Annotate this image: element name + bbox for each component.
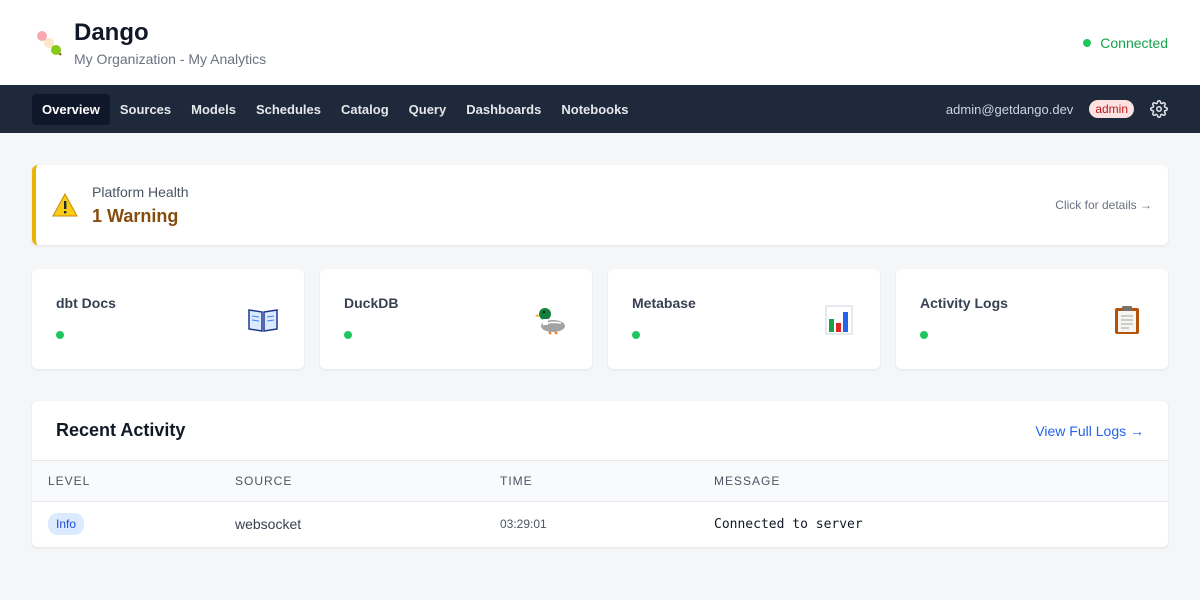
column-header-source: SOURCE (235, 473, 293, 488)
duck-icon (534, 303, 568, 337)
app-title: Dango (74, 18, 149, 46)
service-name: dbt Docs (56, 295, 116, 311)
bar-chart-icon (822, 303, 856, 337)
nav-user-area: admin@getdango.dev admin (946, 100, 1168, 118)
view-full-logs-link[interactable]: View Full Logs → (1035, 423, 1144, 439)
message-cell: Connected to server (714, 516, 863, 532)
health-details-link[interactable]: Click for details → (1055, 198, 1152, 212)
service-card-activity-logs[interactable]: Activity Logs (896, 269, 1168, 369)
table-row[interactable]: Info websocket 03:29:01 Connected to ser… (32, 501, 1168, 547)
platform-health-card[interactable]: Platform Health 1 Warning Click for deta… (32, 165, 1168, 245)
tab-sources[interactable]: Sources (110, 94, 181, 125)
service-status-dot (632, 331, 640, 339)
service-cards: dbt Docs DuckDB Metabase Activity Logs (32, 269, 1168, 369)
column-header-time: TIME (500, 473, 533, 488)
book-icon (246, 303, 280, 337)
tab-schedules[interactable]: Schedules (246, 94, 331, 125)
main-content: Platform Health 1 Warning Click for deta… (0, 133, 1200, 547)
tab-dashboards[interactable]: Dashboards (456, 94, 551, 125)
connection-status: Connected (1083, 35, 1168, 51)
main-nav: Overview Sources Models Schedules Catalo… (0, 85, 1200, 133)
role-badge: admin (1089, 100, 1134, 118)
app-header: Dango My Organization - My Analytics Con… (0, 0, 1200, 85)
service-card-metabase[interactable]: Metabase (608, 269, 880, 369)
nav-tabs: Overview Sources Models Schedules Catalo… (32, 93, 639, 125)
service-status-dot (344, 331, 352, 339)
level-badge: Info (48, 513, 85, 536)
service-name: DuckDB (344, 295, 399, 311)
connection-dot-icon (1083, 38, 1092, 47)
service-card-dbt-docs[interactable]: dbt Docs (32, 269, 304, 369)
column-header-message: MESSAGE (714, 473, 781, 488)
service-card-duckdb[interactable]: DuckDB (320, 269, 592, 369)
service-name: Activity Logs (920, 295, 1008, 311)
health-label: Platform Health (92, 183, 189, 200)
tab-query[interactable]: Query (399, 94, 457, 125)
tab-catalog[interactable]: Catalog (331, 94, 399, 125)
activity-title: Recent Activity (56, 420, 186, 440)
health-value: 1 Warning (92, 205, 179, 226)
clipboard-icon (1110, 303, 1144, 337)
tab-notebooks[interactable]: Notebooks (551, 94, 638, 125)
gear-icon[interactable] (1150, 100, 1168, 118)
time-cell: 03:29:01 (500, 517, 547, 532)
warning-icon (52, 192, 78, 218)
brand: Dango My Organization - My Analytics (32, 19, 266, 67)
tab-overview[interactable]: Overview (32, 93, 110, 125)
dango-logo-icon (32, 26, 66, 60)
table-header-row: LEVEL SOURCE TIME MESSAGE (32, 461, 1168, 501)
service-name: Metabase (632, 295, 696, 311)
service-status-dot (56, 331, 64, 339)
connection-status-label: Connected (1100, 34, 1168, 51)
source-cell: websocket (235, 516, 302, 533)
app-subtitle: My Organization - My Analytics (74, 50, 267, 67)
recent-activity-panel: Recent Activity View Full Logs → LEVEL S… (32, 401, 1168, 547)
activity-table: LEVEL SOURCE TIME MESSAGE Info websocket… (32, 461, 1168, 547)
tab-models[interactable]: Models (181, 94, 246, 125)
column-header-level: LEVEL (48, 473, 91, 488)
service-status-dot (920, 331, 928, 339)
user-email: admin@getdango.dev (945, 101, 1074, 117)
